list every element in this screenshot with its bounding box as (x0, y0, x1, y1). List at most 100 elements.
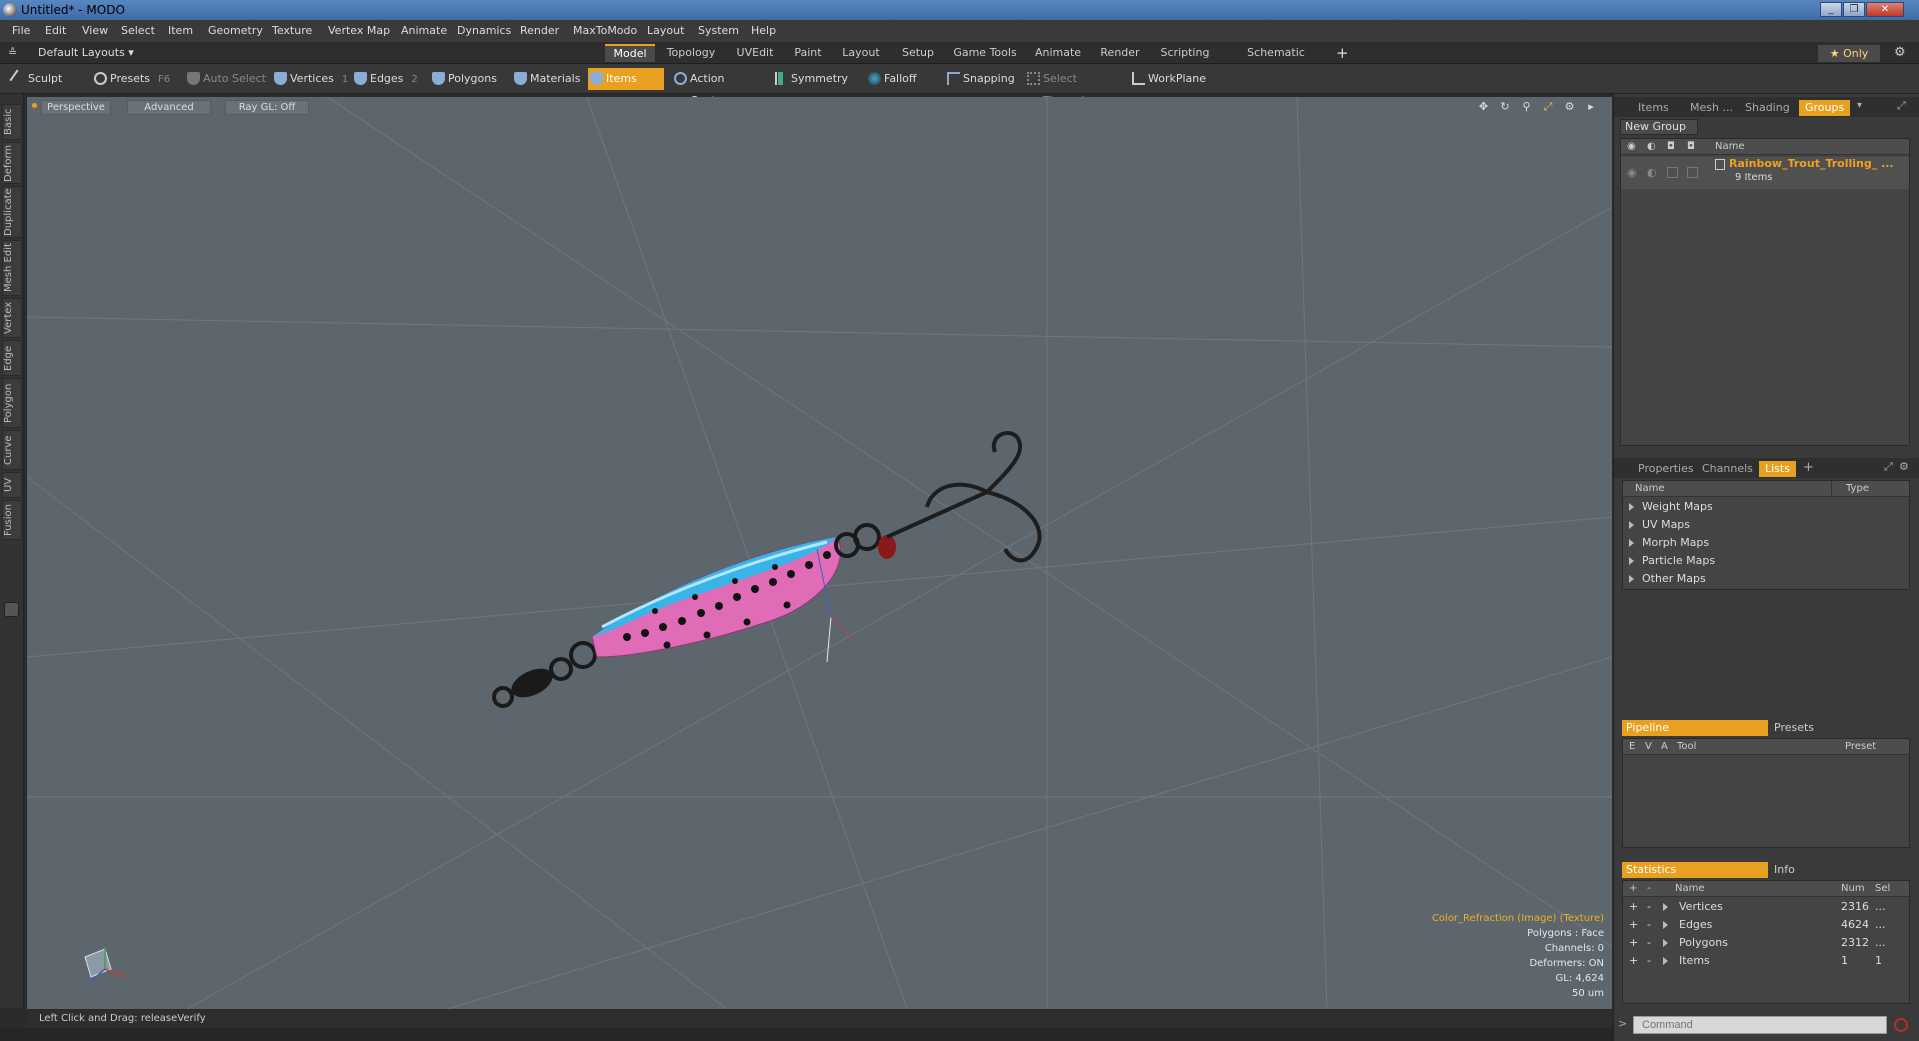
3d-viewport[interactable]: Perspective Advanced Ray GL: Off ✥ ↻ ⚲ ⤢… (27, 97, 1612, 1009)
stats-row-polygons[interactable]: + - Polygons 2312 ... (1623, 934, 1909, 952)
group-render-icon[interactable]: ◐ (1647, 166, 1657, 179)
menu-system[interactable]: System (698, 24, 739, 37)
group-lock-checkbox[interactable] (1667, 167, 1678, 178)
list-item-morph-maps[interactable]: Morph Maps (1629, 534, 1709, 552)
gear-icon[interactable]: ⚙ (1894, 45, 1906, 60)
close-button[interactable]: ✕ (1866, 2, 1904, 17)
tab-pipeline[interactable]: Pipeline (1622, 720, 1768, 736)
menu-geometry[interactable]: Geometry (208, 24, 263, 37)
tab-properties[interactable]: Properties (1632, 461, 1700, 477)
remove-selection-button[interactable]: - (1647, 916, 1651, 934)
tab-render[interactable]: Render (1093, 44, 1147, 62)
fit-view-icon[interactable]: ⤢ (1541, 100, 1555, 114)
panel-expand-icon[interactable]: ⤢ (1897, 99, 1906, 113)
expand-arrow-icon[interactable] (1663, 939, 1668, 947)
group-select-checkbox[interactable] (1687, 167, 1698, 178)
tab-items[interactable]: Items (1632, 100, 1675, 116)
tab-paint[interactable]: Paint (788, 44, 828, 62)
vertices-button[interactable]: Vertices 1 (272, 68, 348, 90)
zoom-view-icon[interactable]: ⚲ (1520, 100, 1534, 114)
select-through-button[interactable]: Select Through (1025, 68, 1119, 107)
falloff-button[interactable]: Falloff (866, 68, 934, 90)
tab-polygon[interactable]: Polygon (2, 378, 22, 428)
edges-button[interactable]: Edges 2 (352, 68, 426, 90)
expand-arrow-icon[interactable] (1663, 921, 1668, 929)
shading-dropdown[interactable]: Advanced (127, 100, 211, 115)
tab-basic[interactable]: Basic (2, 104, 22, 140)
menu-layout[interactable]: Layout (647, 24, 684, 37)
sculpt-button[interactable]: Sculpt (9, 68, 88, 90)
add-mid-tab-button[interactable]: + (1803, 460, 1814, 475)
viewport-settings-icon[interactable]: ⚙ (1563, 100, 1577, 114)
move-view-icon[interactable]: ✥ (1477, 100, 1491, 114)
add-selection-button[interactable]: + (1629, 934, 1638, 952)
stats-row-vertices[interactable]: + - Vertices 2316 ... (1623, 898, 1909, 916)
remove-selection-button[interactable]: - (1647, 952, 1651, 970)
tab-fusion[interactable]: Fusion (2, 500, 22, 540)
tab-shading[interactable]: Shading (1739, 100, 1796, 116)
raygl-toggle[interactable]: Ray GL: Off (225, 100, 309, 115)
menu-item[interactable]: Item (168, 24, 193, 37)
only-toggle[interactable]: ★ Only (1818, 45, 1880, 62)
menu-maxtomodo[interactable]: MaxToModo (573, 24, 637, 37)
symmetry-button[interactable]: Symmetry (773, 68, 853, 90)
tab-scripting[interactable]: Scripting (1152, 44, 1218, 62)
tab-animate[interactable]: Animate (1028, 44, 1088, 62)
tab-statistics[interactable]: Statistics (1622, 862, 1768, 878)
list-item-particle-maps[interactable]: Particle Maps (1629, 552, 1715, 570)
workplane-button[interactable]: WorkPlane (1130, 68, 1208, 90)
viewport-expand-icon[interactable]: ▸ (1584, 100, 1598, 114)
tab-layout[interactable]: Layout (833, 44, 889, 62)
tab-edge[interactable]: Edge (2, 340, 22, 376)
items-button[interactable]: Items (588, 68, 664, 90)
minimize-button[interactable]: _ (1820, 2, 1842, 17)
menu-render[interactable]: Render (520, 24, 559, 37)
stats-row-edges[interactable]: + - Edges 4624 ... (1623, 916, 1909, 934)
tab-mesh[interactable]: Mesh ... (1684, 100, 1739, 116)
tab-deform[interactable]: Deform (2, 142, 22, 184)
tab-presets[interactable]: Presets (1770, 720, 1910, 736)
list-item-weight-maps[interactable]: Weight Maps (1629, 498, 1713, 516)
menu-texture[interactable]: Texture (272, 24, 312, 37)
add-selection-button[interactable]: + (1629, 898, 1638, 916)
group-row[interactable]: ◉ ◐ Rainbow_Trout_Trolling_ ... 9 Items (1621, 157, 1909, 189)
tab-game-tools[interactable]: Game Tools (947, 44, 1023, 62)
menu-file[interactable]: File (12, 24, 30, 37)
stats-row-items[interactable]: + - Items 1 1 (1623, 952, 1909, 970)
panel-toggle-button[interactable] (4, 602, 19, 617)
polygons-button[interactable]: Polygons (430, 68, 504, 90)
menu-help[interactable]: Help (751, 24, 776, 37)
expand-arrow-icon[interactable] (1663, 957, 1668, 965)
list-item-uv-maps[interactable]: UV Maps (1629, 516, 1690, 534)
mid-expand-icon[interactable]: ⤢ (1884, 460, 1893, 474)
add-selection-button[interactable]: + (1629, 916, 1638, 934)
tab-channels[interactable]: Channels (1696, 461, 1759, 477)
action-center-button[interactable]: Action Center (672, 68, 762, 107)
tab-groups[interactable]: Groups (1799, 100, 1851, 116)
tab-topology[interactable]: Topology (660, 44, 722, 62)
materials-button[interactable]: Materials (512, 68, 580, 90)
new-group-button[interactable]: New Group (1620, 119, 1698, 135)
menu-edit[interactable]: Edit (45, 24, 66, 37)
tab-vertex[interactable]: Vertex (2, 298, 22, 338)
group-visibility-icon[interactable]: ◉ (1627, 166, 1637, 179)
record-macro-icon[interactable] (1894, 1018, 1908, 1032)
snapping-button[interactable]: Snapping (945, 68, 1019, 90)
expand-arrow-icon[interactable] (1663, 903, 1668, 911)
tab-mesh-edit[interactable]: Mesh Edit (2, 240, 22, 296)
maximize-button[interactable]: ❐ (1843, 2, 1865, 17)
auto-select-button[interactable]: Auto Select (185, 68, 267, 90)
tab-duplicate[interactable]: Duplicate (2, 186, 22, 238)
mid-gear-icon[interactable]: ⚙ (1899, 460, 1909, 473)
menu-view[interactable]: View (82, 24, 108, 37)
add-tab-button[interactable]: + (1336, 44, 1349, 62)
tab-setup[interactable]: Setup (894, 44, 942, 62)
presets-button[interactable]: Presets F6 (92, 68, 172, 90)
rotate-view-icon[interactable]: ↻ (1498, 100, 1512, 114)
tab-model[interactable]: Model (605, 44, 655, 62)
tab-schematic-fusion[interactable]: Schematic Fusion (1223, 44, 1329, 77)
remove-selection-button[interactable]: - (1647, 934, 1651, 952)
add-selection-button[interactable]: + (1629, 952, 1638, 970)
tab-info[interactable]: Info (1770, 862, 1910, 878)
view-mode-dropdown[interactable]: Perspective (41, 100, 111, 115)
